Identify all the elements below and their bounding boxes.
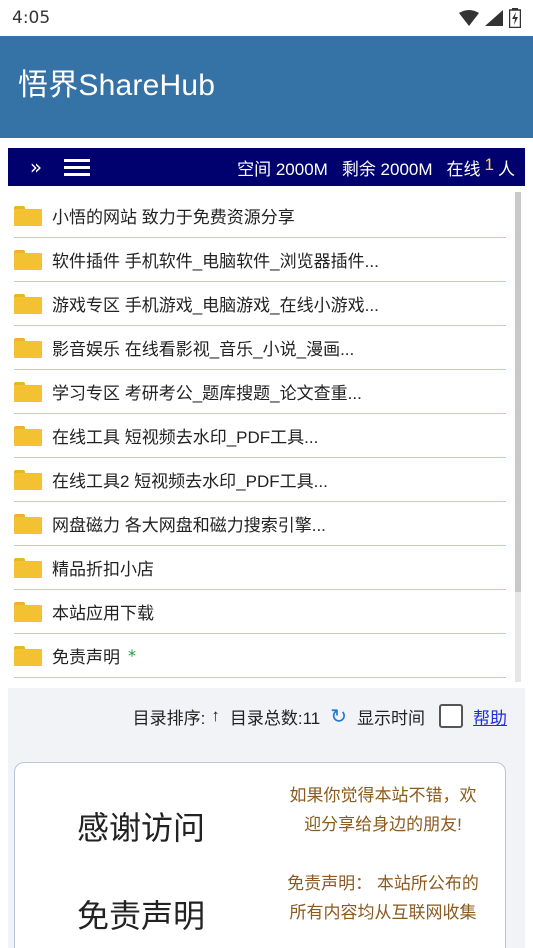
folder-label: 本站应用下载 <box>52 604 154 623</box>
refresh-icon[interactable]: ↻ <box>330 704 347 729</box>
folder-item[interactable]: 精品折扣小店 <box>14 546 506 590</box>
folder-label: 免责声明 <box>52 648 120 667</box>
folder-icon <box>14 293 42 314</box>
double-chevron-right-icon[interactable]: » <box>16 155 56 179</box>
directory-count: 目录总数:11 <box>229 708 321 728</box>
folder-item[interactable]: 在线工具 短视频去水印_PDF工具... <box>14 414 506 458</box>
help-link[interactable]: 帮助 <box>473 704 507 729</box>
folder-label: 在线工具 短视频去水印_PDF工具... <box>52 428 319 447</box>
folder-icon <box>14 557 42 578</box>
scrollbar-thumb[interactable] <box>515 192 521 592</box>
folder-list-area: 小悟的网站 致力于免费资源分享软件插件 手机软件_电脑软件_浏览器插件... 游戏… <box>8 186 525 688</box>
folder-icon <box>14 249 42 270</box>
folder-item[interactable]: 在线工具2 短视频去水印_PDF工具... <box>14 458 506 502</box>
wifi-icon <box>459 10 479 26</box>
new-badge: * <box>128 646 136 665</box>
folder-item[interactable]: 学习专区 考研考公_题库搜题_论文查重... <box>14 370 506 414</box>
disclaimer-text-line1: 免责声明： 本站所公布的 <box>287 874 479 893</box>
app-title: 悟界ShareHub <box>18 69 216 102</box>
thanks-text-line1: 如果你觉得本站不错，欢 <box>289 786 477 805</box>
folder-item[interactable]: 游戏专区 手机游戏_电脑游戏_在线小游戏... <box>14 282 506 326</box>
online-suffix: 人 <box>498 159 515 179</box>
folder-item[interactable]: 网盘磁力 各大网盘和磁力搜索引擎... <box>14 502 506 546</box>
folder-icon <box>14 601 42 622</box>
storage-stats: 空间 2000M 剩余 2000M 在线 1 人 <box>237 155 515 180</box>
folder-label: 影音娱乐 在线看影视_音乐_小说_漫画... <box>52 340 355 359</box>
folder-icon <box>14 425 42 446</box>
folder-label: 精品折扣小店 <box>52 560 154 579</box>
folder-label: 学习专区 考研考公_题库搜题_论文查重... <box>52 384 362 403</box>
disclaimer-title: 免责声明 <box>77 898 206 934</box>
main-panel: » 空间 2000M 剩余 2000M 在线 1 人 小悟的网站 致力于免费资源分享… <box>8 148 525 948</box>
thanks-title: 感谢访问 <box>77 810 206 846</box>
signal-icon <box>485 10 503 26</box>
show-time-checkbox[interactable] <box>439 704 463 728</box>
folder-label: 软件插件 手机软件_电脑软件_浏览器插件... <box>52 252 379 271</box>
show-time-label: 显示时间 <box>357 708 425 728</box>
sort-label: 目录排序: <box>132 708 206 728</box>
folder-item[interactable]: 免责声明 * <box>14 634 506 678</box>
online-prefix: 在线 <box>446 159 481 179</box>
space-remaining: 剩余 2000M <box>341 159 433 179</box>
folder-icon <box>14 645 42 666</box>
app-bar: 悟界ShareHub <box>0 36 533 138</box>
disclaimer-text-line2: 所有内容均从互联网收集 <box>289 903 477 922</box>
hamburger-menu-icon[interactable] <box>64 157 98 177</box>
folder-label: 在线工具2 短视频去水印_PDF工具... <box>52 472 328 491</box>
space-total: 空间 2000M <box>237 159 328 179</box>
thanks-text: 如果你觉得本站不错，欢 迎分享给身边的朋友! <box>263 781 503 839</box>
list-toolbar: 目录排序: ↑ 目录总数:11 ↻ 显示时间 帮助 <box>8 692 525 740</box>
folder-icon <box>14 469 42 490</box>
thanks-text-line2: 迎分享给身边的朋友! <box>304 815 462 834</box>
folder-item[interactable]: 软件插件 手机软件_电脑软件_浏览器插件... <box>14 238 506 282</box>
info-card: 感谢访问 如果你觉得本站不错，欢 迎分享给身边的朋友! 免责声明 免责声明： 本… <box>14 762 506 948</box>
folder-label: 网盘磁力 各大网盘和磁力搜索引擎... <box>52 516 326 535</box>
folder-label: 小悟的网站 致力于免费资源分享 <box>52 208 295 227</box>
status-icons <box>459 8 521 28</box>
folder-item[interactable]: 影音娱乐 在线看影视_音乐_小说_漫画... <box>14 326 506 370</box>
folder-icon <box>14 205 42 226</box>
folder-icon <box>14 381 42 402</box>
folder-item[interactable]: 本站应用下载 <box>14 590 506 634</box>
folder-item[interactable]: 小悟的网站 致力于免费资源分享 <box>14 194 506 238</box>
status-bar: 4:05 <box>0 0 533 36</box>
folder-icon <box>14 337 42 358</box>
folder-label: 游戏专区 手机游戏_电脑游戏_在线小游戏... <box>52 296 379 315</box>
online-count: 1 <box>484 154 494 174</box>
sort-up-icon[interactable]: ↑ <box>211 706 220 726</box>
battery-icon <box>509 8 521 28</box>
nav-bar: » 空间 2000M 剩余 2000M 在线 1 人 <box>8 148 525 186</box>
folder-list: 小悟的网站 致力于免费资源分享软件插件 手机软件_电脑软件_浏览器插件... 游戏… <box>14 194 506 678</box>
disclaimer-text: 免责声明： 本站所公布的 所有内容均从互联网收集 <box>263 869 503 927</box>
status-time: 4:05 <box>12 8 51 28</box>
folder-icon <box>14 513 42 534</box>
